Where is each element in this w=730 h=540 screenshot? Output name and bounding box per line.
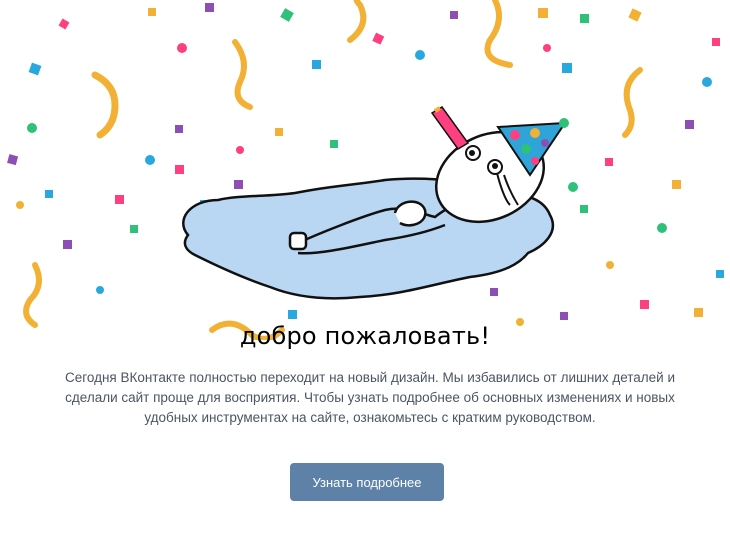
puddle-meme-illustration [182,106,569,300]
welcome-title: добро пожаловать! [239,322,491,350]
welcome-description: Сегодня ВКонтакте полностью переходит на… [64,370,676,425]
learn-more-button[interactable]: Узнать подробнее [290,463,444,501]
welcome-screen: добро пожаловать! Сегодня ВКонтакте полн… [0,0,730,540]
